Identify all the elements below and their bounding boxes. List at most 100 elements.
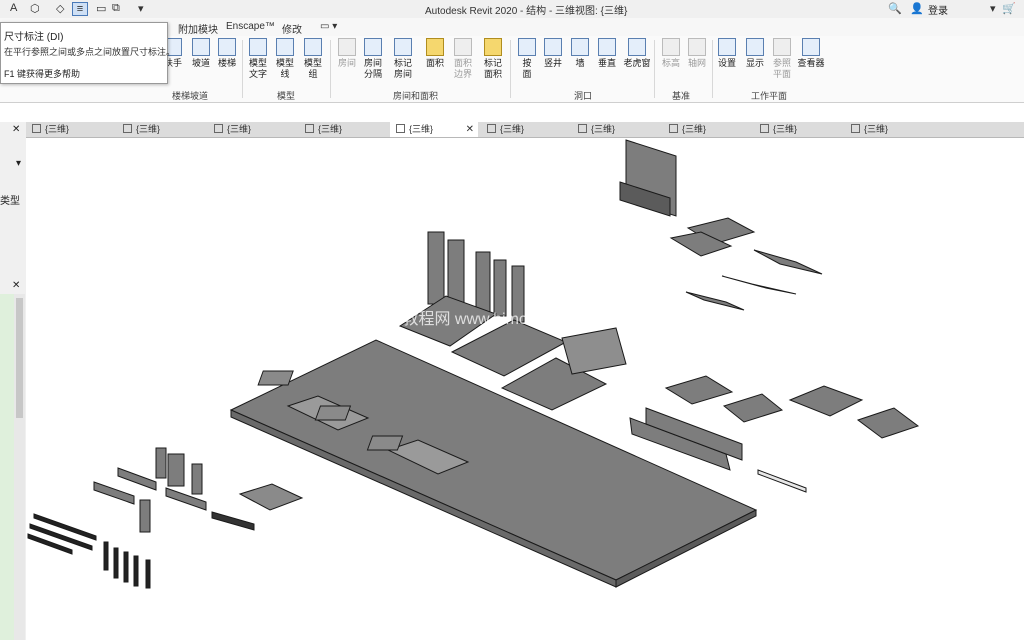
search-icon[interactable]: 🔍 bbox=[888, 2, 902, 15]
tooltip-title: 尺寸标注 (DI) bbox=[4, 32, 64, 43]
3d-viewport[interactable]: BIM教程网 www.bimcn.com bbox=[26, 138, 1024, 640]
tab-3d-view-active[interactable]: {三维} ✕ bbox=[390, 122, 478, 137]
text-icon[interactable]: A bbox=[10, 2, 17, 14]
tab-3d-view[interactable]: {三维} bbox=[117, 122, 205, 137]
model-text-icon bbox=[249, 38, 267, 56]
panel-separator bbox=[654, 40, 655, 98]
cart-icon[interactable]: 🛒 bbox=[1002, 2, 1016, 15]
tab-3d-view[interactable]: {三维} bbox=[754, 122, 842, 137]
model-view: BIM教程网 www.bimcn.com bbox=[27, 139, 920, 589]
model-line-button[interactable]: 模型 线 bbox=[270, 38, 300, 80]
model-group-button[interactable]: 模型 组 bbox=[298, 38, 328, 80]
column bbox=[475, 251, 491, 313]
rebar bbox=[133, 555, 139, 587]
type-label: 类型 bbox=[0, 196, 20, 207]
show-workplane-icon bbox=[746, 38, 764, 56]
cube-icon bbox=[851, 124, 860, 133]
beam bbox=[117, 467, 157, 491]
watermark: BIM教程网 www.bimcn.com bbox=[374, 310, 570, 328]
tab-addins[interactable]: 附加模块 bbox=[178, 21, 218, 36]
wall-opening-button[interactable]: 墙 bbox=[565, 38, 595, 69]
switch-windows-icon[interactable]: ⧉ bbox=[112, 2, 120, 15]
chevron-down-icon[interactable]: ▾ bbox=[16, 158, 21, 169]
dropdown-icon[interactable]: ▾ bbox=[138, 2, 144, 15]
tag-area-button[interactable]: 标记 面积 bbox=[478, 38, 508, 80]
dormer-button[interactable]: 老虎窗 bbox=[620, 38, 654, 69]
area-button[interactable]: 面积 bbox=[420, 38, 450, 69]
cube-icon bbox=[578, 124, 587, 133]
vertical-opening-button[interactable]: 垂直 bbox=[592, 38, 622, 69]
area-boundary-icon bbox=[454, 38, 472, 56]
scrollbar-thumb[interactable] bbox=[16, 298, 23, 418]
cube-icon bbox=[214, 124, 223, 133]
window-icon[interactable]: ▭ bbox=[96, 2, 106, 15]
tag-icon[interactable]: ◇ bbox=[56, 2, 64, 15]
panel-opening-label: 洞口 bbox=[574, 91, 593, 101]
rebar bbox=[123, 551, 129, 583]
platform bbox=[664, 375, 734, 405]
tab-3d-view[interactable]: {三维} bbox=[208, 122, 296, 137]
platform bbox=[856, 407, 920, 439]
cube-icon bbox=[669, 124, 678, 133]
tag-room-button[interactable]: 标记 房间 bbox=[388, 38, 418, 80]
tab-overflow-icon[interactable]: ▭ ▾ bbox=[320, 21, 337, 32]
area-boundary-button[interactable]: 面积 边界 bbox=[448, 38, 478, 80]
panel-workplane-label: 工作平面 bbox=[751, 91, 788, 101]
window-title: Autodesk Revit 2020 - 结构 - 三维视图: {三维} bbox=[425, 6, 628, 17]
column bbox=[493, 259, 507, 317]
close-icon[interactable]: ✕ bbox=[12, 280, 20, 291]
tab-3d-view[interactable]: {三维} bbox=[26, 122, 114, 137]
cube-icon bbox=[760, 124, 769, 133]
wall-opening-icon bbox=[571, 38, 589, 56]
column bbox=[191, 463, 203, 495]
scrollbar[interactable] bbox=[14, 294, 25, 640]
close-icon[interactable]: ✕ bbox=[12, 124, 20, 135]
tab-modify[interactable]: 修改 bbox=[282, 21, 302, 36]
grid-button[interactable]: 轴网 bbox=[682, 38, 712, 69]
viewer-button[interactable]: 查看器 bbox=[794, 38, 828, 69]
viewer-icon bbox=[802, 38, 820, 56]
panel-datum-label: 基准 bbox=[672, 91, 691, 101]
ref-plane-icon bbox=[773, 38, 791, 56]
equipment-pad bbox=[257, 370, 294, 386]
set-workplane-button[interactable]: 设置 bbox=[712, 38, 742, 69]
tab-3d-view[interactable]: {三维} bbox=[663, 122, 751, 137]
panel-model-label: 模型 bbox=[277, 91, 296, 101]
model-text-button[interactable]: 模型 文字 bbox=[243, 38, 273, 80]
user-icon[interactable]: 👤 bbox=[910, 2, 924, 15]
align-icon[interactable]: ≡ bbox=[72, 2, 88, 16]
tag-room-icon bbox=[394, 38, 412, 56]
platform bbox=[788, 385, 864, 417]
foundation-slab bbox=[229, 339, 758, 581]
cube-icon bbox=[305, 124, 314, 133]
cube-icon bbox=[123, 124, 132, 133]
ref-plane-button[interactable]: 参照 平面 bbox=[767, 38, 797, 80]
shaft-button[interactable]: 竖井 bbox=[538, 38, 568, 69]
chevron-down-icon[interactable]: ▾ bbox=[990, 2, 996, 15]
room-separator-icon bbox=[364, 38, 382, 56]
beam bbox=[753, 249, 823, 275]
stair-icon bbox=[218, 38, 236, 56]
tab-3d-view[interactable]: {三维} bbox=[845, 122, 933, 137]
panel-separator bbox=[510, 40, 511, 98]
tab-3d-view[interactable]: {三维} bbox=[481, 122, 569, 137]
cube-icon bbox=[396, 124, 405, 133]
stair-button[interactable]: 楼梯 bbox=[212, 38, 242, 69]
room-icon bbox=[338, 38, 356, 56]
panel-room-area-label: 房间和面积 bbox=[393, 91, 439, 101]
close-icon[interactable]: ✕ bbox=[466, 122, 474, 137]
equipment-pad bbox=[314, 405, 352, 421]
login-button[interactable]: 登录 bbox=[928, 2, 948, 17]
tab-3d-view[interactable]: {三维} bbox=[572, 122, 660, 137]
tab-3d-view[interactable]: {三维} bbox=[299, 122, 387, 137]
tab-enscape[interactable]: Enscape™ bbox=[226, 21, 275, 32]
cube-icon[interactable]: ⬡ bbox=[30, 2, 40, 15]
show-workplane-button[interactable]: 显示 bbox=[740, 38, 770, 69]
stair bbox=[561, 327, 627, 375]
column bbox=[139, 499, 151, 533]
view-tabs: {三维} {三维} {三维} {三维} {三维} ✕ {三维} {三维} {三维}… bbox=[26, 122, 1024, 138]
vertical-opening-icon bbox=[598, 38, 616, 56]
beam bbox=[757, 469, 807, 493]
beam bbox=[721, 275, 797, 295]
room-separator-button[interactable]: 房间 分隔 bbox=[358, 38, 388, 80]
